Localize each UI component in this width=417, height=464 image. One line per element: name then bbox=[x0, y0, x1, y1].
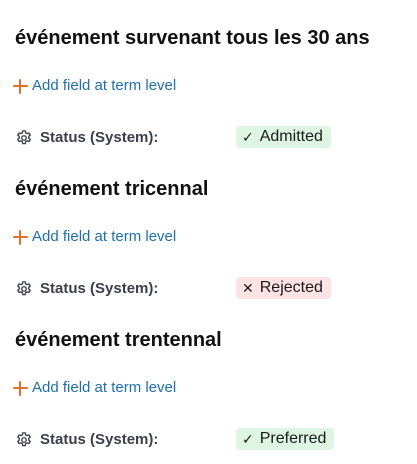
status-row: Status (System): ✓ Preferred bbox=[15, 428, 415, 452]
add-field-label: Add field at term level bbox=[32, 77, 177, 94]
close-icon: ✕ bbox=[242, 280, 254, 296]
plus-icon bbox=[13, 78, 28, 94]
status-row: Status (System): ✓ Admitted bbox=[15, 126, 415, 150]
status-label: Status (System): bbox=[40, 280, 159, 297]
check-icon: ✓ bbox=[242, 129, 254, 145]
status-label: Status (System): bbox=[40, 129, 159, 146]
check-icon: ✓ bbox=[242, 431, 254, 447]
gear-icon[interactable] bbox=[15, 431, 33, 449]
status-value: Admitted bbox=[259, 128, 323, 145]
status-badge[interactable]: ✕ Rejected bbox=[236, 277, 331, 299]
plus-icon bbox=[13, 380, 28, 396]
term-title: événement trentennal bbox=[15, 329, 222, 351]
status-badge[interactable]: ✓ Admitted bbox=[236, 126, 331, 148]
plus-icon bbox=[13, 229, 28, 245]
add-field-button[interactable]: Add field at term level bbox=[13, 378, 176, 398]
status-value: Preferred bbox=[259, 430, 327, 447]
add-field-label: Add field at term level bbox=[32, 379, 177, 396]
add-field-button[interactable]: Add field at term level bbox=[13, 227, 176, 247]
gear-icon[interactable] bbox=[15, 280, 33, 298]
term-title: événement survenant tous les 30 ans bbox=[15, 27, 370, 49]
gear-icon[interactable] bbox=[15, 129, 33, 147]
status-row: Status (System): ✕ Rejected bbox=[15, 277, 415, 301]
status-badge[interactable]: ✓ Preferred bbox=[236, 428, 335, 450]
term-title: événement tricennal bbox=[15, 178, 209, 200]
add-field-button[interactable]: Add field at term level bbox=[13, 76, 176, 96]
status-value: Rejected bbox=[259, 279, 323, 296]
add-field-label: Add field at term level bbox=[32, 228, 177, 245]
status-label: Status (System): bbox=[40, 431, 159, 448]
